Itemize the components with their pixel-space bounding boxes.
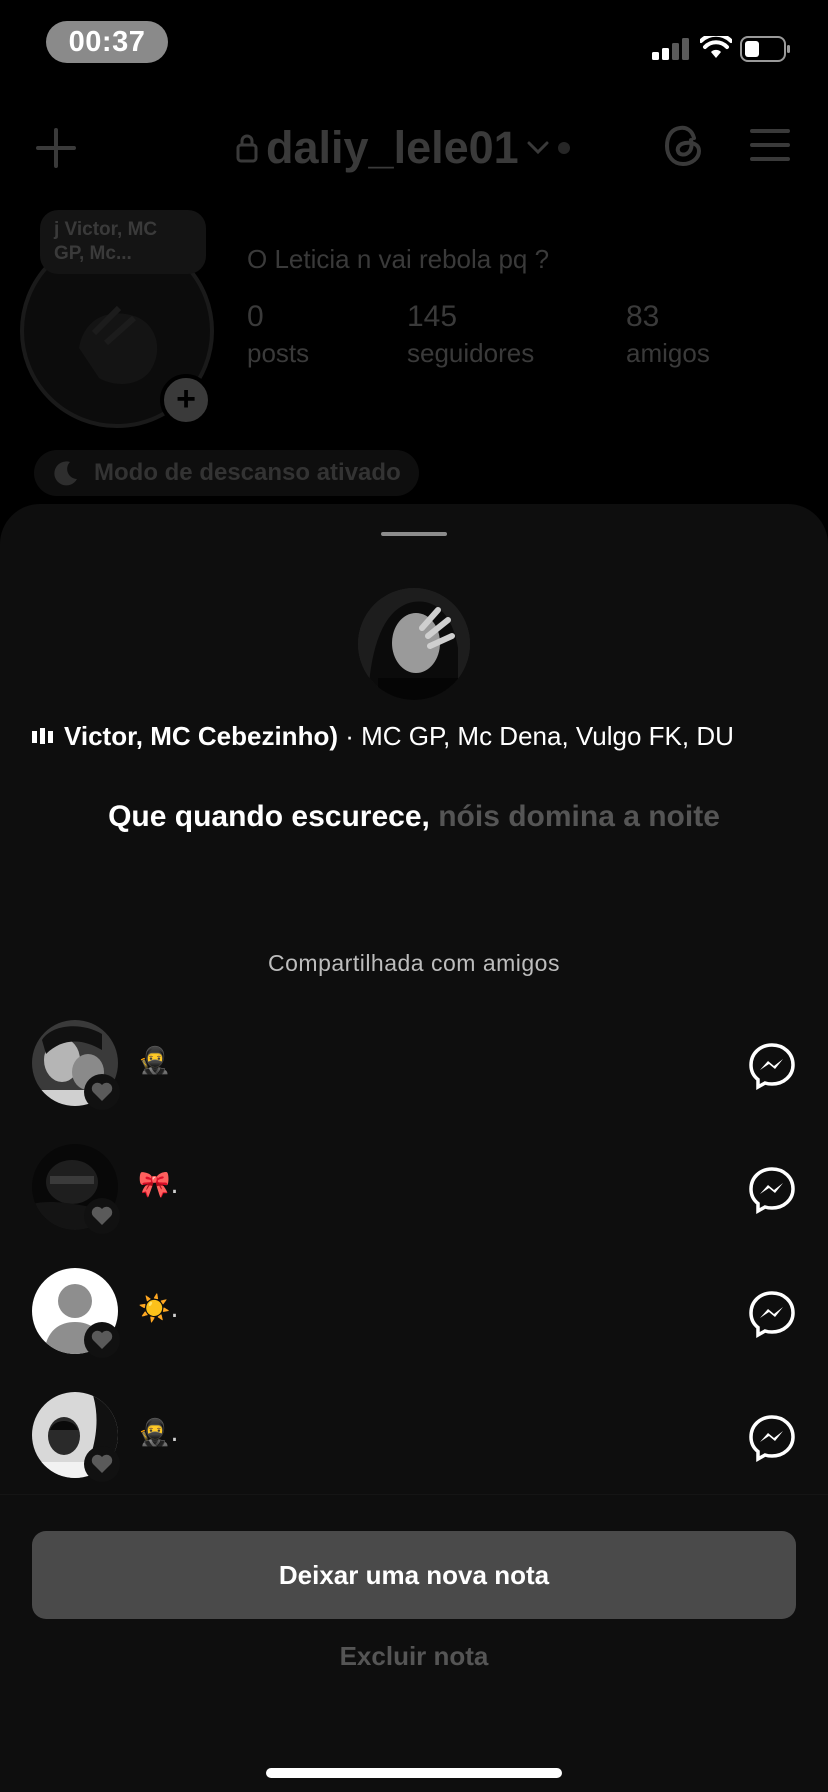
messenger-icon[interactable] xyxy=(748,1414,796,1462)
friend-reaction-text: ☀️. xyxy=(138,1294,179,1324)
friend-reaction-row[interactable]: 🎀. xyxy=(0,1144,828,1234)
note-lyric: Que quando escurece, nóis domina a noite xyxy=(0,800,828,834)
profile-bio: O Leticia n vai rebola pq ? xyxy=(247,244,550,274)
messenger-icon[interactable] xyxy=(748,1166,796,1214)
reaction-badge xyxy=(84,1446,120,1482)
rest-mode-text: Modo de descanso ativado xyxy=(94,459,401,486)
stat-posts[interactable]: 0 posts xyxy=(247,300,309,369)
friend-reaction-row[interactable]: ☀️. xyxy=(0,1268,828,1358)
lock-icon xyxy=(236,134,258,163)
add-story-button[interactable]: + xyxy=(160,374,212,426)
reaction-badge xyxy=(84,1322,120,1358)
battery-icon xyxy=(740,36,790,62)
sheet-divider xyxy=(0,1494,828,1495)
friend-reaction-text: 🥷 xyxy=(138,1046,171,1076)
create-plus-icon[interactable] xyxy=(36,128,76,168)
shared-with-label: Compartilhada com amigos xyxy=(268,950,560,976)
leave-new-note-button[interactable]: Deixar uma nova nota xyxy=(32,1531,796,1619)
friend-reaction-text: 🥷. xyxy=(138,1418,179,1448)
stat-friends-value: 83 xyxy=(626,300,660,333)
sheet-grabber[interactable] xyxy=(381,532,447,536)
threads-icon[interactable] xyxy=(664,124,704,168)
reaction-badge xyxy=(84,1198,120,1234)
audio-bars-icon xyxy=(32,728,53,744)
stat-followers[interactable]: 145 seguidores xyxy=(407,300,534,369)
friend-reaction-row[interactable]: 🥷. xyxy=(0,1392,828,1482)
stat-followers-label: seguidores xyxy=(407,338,535,368)
reaction-badge xyxy=(84,1074,120,1110)
rest-mode-badge[interactable]: Modo de descanso ativado xyxy=(34,450,419,496)
messenger-icon[interactable] xyxy=(748,1042,796,1090)
heart-icon xyxy=(91,1454,113,1473)
heart-icon xyxy=(91,1206,113,1225)
stat-friends[interactable]: 83 amigos xyxy=(626,300,710,369)
note-bubble[interactable]: j Victor, MC GP, Mc... xyxy=(40,210,206,274)
hamburger-menu-icon[interactable] xyxy=(750,128,790,162)
notification-dot-icon xyxy=(557,142,570,154)
status-time: 00:37 xyxy=(46,21,168,63)
delete-note-button[interactable]: Excluir nota xyxy=(0,1641,828,1672)
account-switcher[interactable]: daliy_lele01 xyxy=(236,118,571,178)
lyric-upcoming: nóis domina a noite xyxy=(438,800,720,833)
music-artist-bold: Victor, MC Cebezinho) xyxy=(64,720,338,751)
stat-followers-value: 145 xyxy=(407,300,458,333)
moon-icon xyxy=(54,461,77,486)
chevron-down-icon xyxy=(527,141,549,155)
cellular-signal-icon xyxy=(652,38,689,60)
note-bottom-sheet: Victor, MC Cebezinho) · MC GP, Mc Dena, … xyxy=(0,504,828,1792)
friend-reaction-text: 🎀. xyxy=(138,1170,179,1200)
stat-friends-label: amigos xyxy=(626,338,710,368)
profile-username: daliy_lele01 xyxy=(266,122,519,173)
note-author-avatar xyxy=(358,588,470,700)
status-bar: 00:37 xyxy=(0,0,828,90)
lyric-sung: Que quando escurece, xyxy=(108,800,430,833)
messenger-icon[interactable] xyxy=(748,1290,796,1338)
heart-icon xyxy=(91,1330,113,1349)
stat-posts-label: posts xyxy=(247,338,310,368)
note-music-track[interactable]: Victor, MC Cebezinho) · MC GP, Mc Dena, … xyxy=(32,716,798,756)
music-artist-rest: · MC GP, Mc Dena, Vulgo FK, DU xyxy=(338,720,734,751)
wifi-icon xyxy=(700,36,732,58)
home-indicator[interactable] xyxy=(266,1768,562,1778)
stat-posts-value: 0 xyxy=(247,300,264,333)
note-preview-text: j Victor, MC GP, Mc... xyxy=(54,219,158,264)
friend-reaction-row[interactable]: 🥷 xyxy=(0,1020,828,1110)
heart-icon xyxy=(91,1082,113,1101)
